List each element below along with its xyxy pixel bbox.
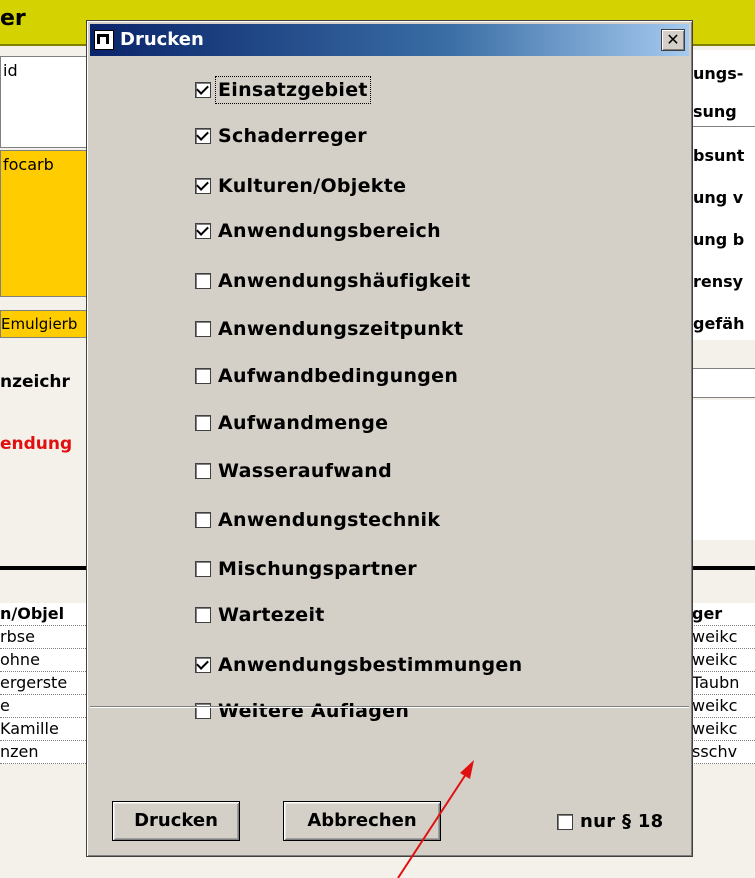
only-paragraph-18-checkbox[interactable] — [557, 813, 573, 830]
close-icon: ✕ — [666, 30, 680, 49]
print-dialog: Drucken ✕ Einsatzgebiet Schaderreger Kul… — [86, 20, 693, 857]
table-row[interactable]: weikc — [692, 718, 755, 741]
only-paragraph-18-label: nur § 18 — [580, 811, 664, 832]
dialog-title: Drucken — [120, 29, 204, 50]
option-checkbox[interactable] — [195, 657, 211, 673]
option-wasseraufwand[interactable]: Wasseraufwand — [195, 456, 392, 486]
option-checkbox[interactable] — [195, 178, 211, 194]
right-divider — [693, 126, 755, 127]
print-button[interactable]: Drucken — [112, 801, 240, 841]
table-row[interactable]: e — [0, 695, 86, 718]
left-field-box[interactable]: id — [0, 56, 88, 148]
option-label: Anwendungszeitpunkt — [218, 318, 464, 340]
option-checkbox[interactable] — [195, 128, 211, 144]
option-einsatzgebiet[interactable]: Einsatzgebiet — [195, 75, 371, 105]
printer-app-icon — [94, 30, 114, 50]
option-schaderreger[interactable]: Schaderreger — [195, 121, 367, 151]
left-separator — [0, 566, 86, 570]
option-label: Wasseraufwand — [218, 460, 392, 482]
right-fields-column: ungs- sung bsunt ung v ung b rensy gefäh — [692, 50, 755, 340]
option-label: Mischungspartner — [218, 558, 417, 580]
left-table-header: n/Objel — [0, 603, 86, 626]
option-anwendungshaeufigkeit[interactable]: Anwendungshäufigkeit — [195, 266, 471, 296]
option-anwendungszeitpunkt[interactable]: Anwendungszeitpunkt — [195, 314, 463, 344]
option-checkbox[interactable] — [195, 415, 211, 431]
table-row[interactable]: weikc — [692, 626, 755, 649]
left-field-value: id — [3, 61, 18, 80]
right-label: bsunt — [693, 146, 745, 165]
option-kulturen-objekte[interactable]: Kulturen/Objekte — [195, 171, 406, 201]
option-aufwandbedingungen[interactable]: Aufwandbedingungen — [195, 361, 458, 391]
option-label: Anwendungshäufigkeit — [218, 270, 471, 292]
formulation-field[interactable]: Emulgierb — [0, 310, 88, 338]
right-label: sung — [693, 102, 737, 121]
option-anwendungstechnik[interactable]: Anwendungstechnik — [195, 505, 440, 535]
right-label: ung v — [693, 188, 744, 207]
option-label: Anwendungsbestimmungen — [218, 654, 523, 676]
option-label: Aufwandbedingungen — [218, 365, 459, 387]
option-anwendungsbestimmungen[interactable]: Anwendungsbestimmungen — [195, 650, 522, 680]
table-row[interactable]: rbse — [0, 626, 86, 649]
option-wartezeit[interactable]: Wartezeit — [195, 600, 325, 630]
formulation-value: Emulgierb — [1, 315, 78, 333]
cancel-button[interactable]: Abbrechen — [283, 801, 441, 841]
table-row[interactable]: Kamille — [0, 718, 86, 741]
right-input[interactable] — [692, 368, 755, 398]
dialog-titlebar[interactable]: Drucken ✕ — [90, 24, 689, 56]
option-checkbox[interactable] — [195, 273, 211, 289]
option-label: Wartezeit — [218, 604, 325, 626]
right-table: ger weikc weikc Taubn weikc weikc sschv — [692, 603, 755, 764]
option-checkbox[interactable] — [195, 512, 211, 528]
table-row[interactable]: Taubn — [692, 672, 755, 695]
table-row[interactable]: weikc — [692, 695, 755, 718]
option-label: Einsatzgebiet — [215, 76, 371, 104]
right-label: ung b — [693, 230, 745, 249]
right-panel — [692, 400, 755, 540]
option-checkbox[interactable] — [195, 321, 211, 337]
option-label: Weitere Auflagen — [218, 700, 410, 722]
only-paragraph-18-option[interactable]: nur § 18 — [557, 811, 664, 832]
option-mischungspartner[interactable]: Mischungspartner — [195, 554, 417, 584]
option-label: Kulturen/Objekte — [218, 175, 407, 197]
right-label: ungs- — [693, 64, 744, 83]
option-label: Anwendungsbereich — [218, 220, 441, 242]
option-checkbox[interactable] — [195, 223, 211, 239]
option-weitere-auflagen[interactable]: Weitere Auflagen — [195, 696, 409, 726]
footer-divider — [90, 706, 689, 708]
left-highlight-field[interactable]: focarb — [0, 150, 88, 297]
option-checkbox[interactable] — [195, 463, 211, 479]
app-title-fragment: er — [0, 6, 26, 31]
right-separator — [692, 566, 755, 570]
option-aufwandmenge[interactable]: Aufwandmenge — [195, 408, 388, 438]
right-label: rensy — [693, 272, 744, 291]
option-checkbox[interactable] — [195, 607, 211, 623]
table-row[interactable]: sschv — [692, 741, 755, 764]
option-checkbox[interactable] — [195, 561, 211, 577]
left-table: n/Objel rbse ohne ergerste e Kamille nze… — [0, 603, 86, 764]
table-row[interactable]: ergerste — [0, 672, 86, 695]
option-checkbox[interactable] — [195, 82, 211, 98]
option-label: Anwendungstechnik — [218, 509, 441, 531]
option-label: Schaderreger — [218, 125, 367, 147]
option-checkbox[interactable] — [195, 368, 211, 384]
table-row[interactable]: nzen — [0, 741, 86, 764]
option-anwendungsbereich[interactable]: Anwendungsbereich — [195, 216, 441, 246]
table-row[interactable]: ohne — [0, 649, 86, 672]
left-label: nzeichr — [0, 372, 70, 392]
right-table-header: ger — [692, 603, 755, 626]
left-highlight-value: focarb — [3, 155, 54, 174]
close-button[interactable]: ✕ — [661, 29, 685, 51]
table-row[interactable]: weikc — [692, 649, 755, 672]
right-label: gefäh — [693, 314, 745, 333]
option-label: Aufwandmenge — [218, 412, 389, 434]
left-red-label: endung — [0, 434, 73, 454]
